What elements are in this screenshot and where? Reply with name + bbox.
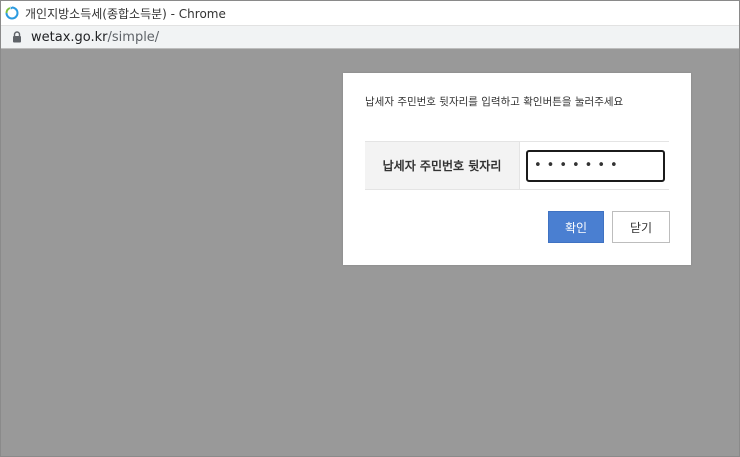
wetax-refresh-icon: [5, 6, 19, 20]
dialog-message: 납세자 주민번호 뒷자리를 입력하고 확인버튼을 눌러주세요: [365, 96, 624, 108]
ssn-back-digits-input[interactable]: [526, 149, 665, 182]
confirm-button[interactable]: 확인: [548, 211, 604, 243]
address-bar[interactable]: wetax.go.kr/simple/: [1, 25, 739, 49]
close-button[interactable]: 닫기: [612, 211, 670, 243]
ssn-form-row: 납세자 주민번호 뒷자리: [365, 141, 669, 190]
browser-window: 개인지방소득세(종합소득분) - Chrome wetax.go.kr/simp…: [0, 0, 740, 457]
url-path: /simple/: [107, 29, 160, 45]
title-bar: 개인지방소득세(종합소득분) - Chrome: [1, 1, 739, 25]
ssn-field-label: 납세자 주민번호 뒷자리: [365, 142, 520, 189]
ssn-input-cell: [520, 142, 669, 189]
lock-icon[interactable]: [12, 31, 22, 43]
dialog-buttons: 확인 닫기: [548, 211, 670, 243]
ssn-dialog: 납세자 주민번호 뒷자리를 입력하고 확인버튼을 눌러주세요 납세자 주민번호 …: [343, 73, 691, 265]
url-text[interactable]: wetax.go.kr/simple/: [31, 30, 159, 45]
window-title: 개인지방소득세(종합소득분) - Chrome: [25, 6, 226, 21]
url-host: wetax.go.kr: [31, 29, 108, 45]
